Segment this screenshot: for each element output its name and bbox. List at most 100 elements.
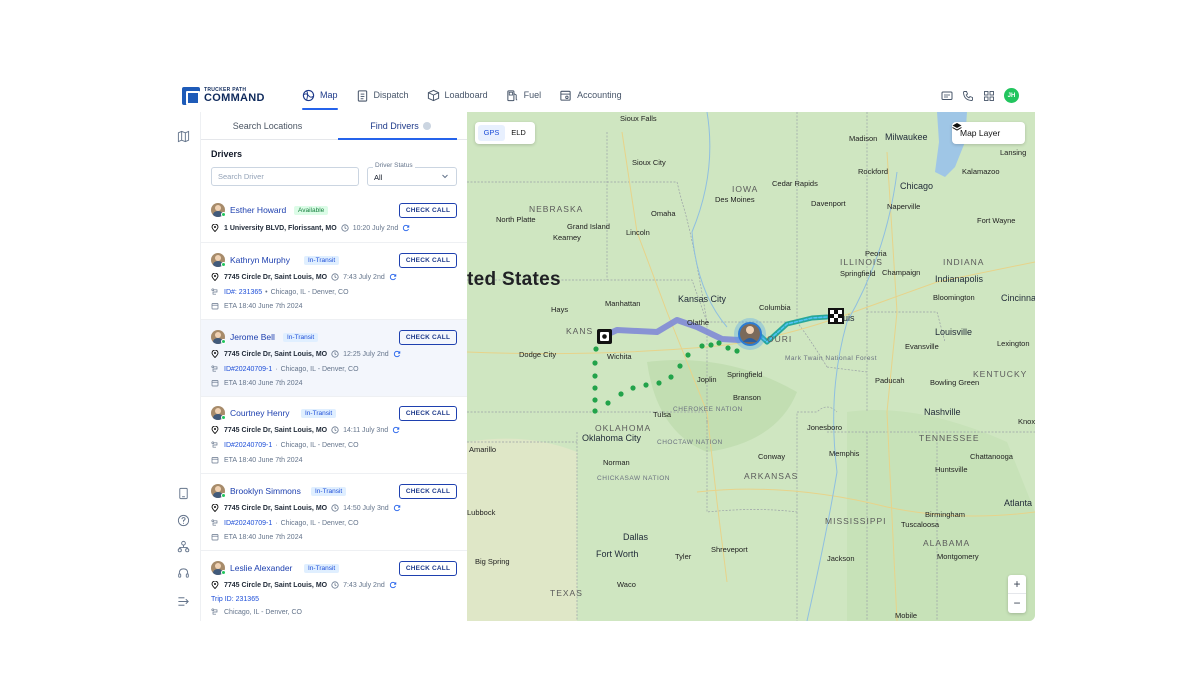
trip-id-link[interactable]: ID#20240709-1 — [224, 366, 272, 373]
calendar-icon — [211, 457, 219, 464]
map-label: Lansing — [1000, 148, 1027, 157]
check-call-button[interactable]: CHECK CALL — [399, 561, 457, 576]
trip-row: ID#20240709-1 · Chicago, IL - Denver, CO — [211, 441, 359, 449]
map-label: Madison — [849, 134, 878, 143]
check-call-button[interactable]: CHECK CALL — [399, 330, 457, 345]
refresh-icon[interactable] — [392, 426, 400, 434]
map-area-label: CHOCTAW NATION — [657, 439, 723, 446]
gps-option[interactable]: GPS — [478, 125, 505, 141]
driver-name[interactable]: Leslie Alexander — [230, 563, 292, 573]
help-icon[interactable] — [177, 514, 190, 527]
driver-name[interactable]: Courtney Henry — [230, 408, 290, 418]
trip-id-link[interactable]: ID#: 231365 — [224, 289, 262, 296]
map-label: Dallas — [623, 532, 649, 542]
check-call-button[interactable]: CHECK CALL — [399, 484, 457, 499]
driver-name[interactable]: Jerome Bell — [230, 332, 275, 342]
map-icon[interactable] — [177, 130, 190, 143]
driver-address: 7745 Circle Dr, Saint Louis, MO — [224, 273, 328, 281]
zoom-in-button[interactable]: + — [1008, 575, 1026, 594]
driver-card[interactable]: Esther Howard Available CHECK CALL 1 Uni… — [201, 195, 467, 243]
route-icon — [211, 441, 218, 448]
message-icon[interactable] — [941, 90, 953, 102]
refresh-icon[interactable] — [389, 273, 397, 281]
location-pin-icon — [211, 426, 219, 434]
app-window: TRUCKER PATH COMMAND Map Dispatch Loadbo… — [166, 78, 1035, 621]
collapse-sidebar-icon[interactable] — [177, 595, 190, 608]
map-layer-button[interactable]: Map Layer — [952, 122, 1025, 144]
location-row: 7745 Circle Dr, Saint Louis, MO 14:50 Ju… — [211, 504, 401, 512]
tab-find-drivers[interactable]: Find Drivers — [334, 112, 467, 140]
map-area-label: CHEROKEE NATION — [673, 406, 743, 413]
nav-accounting[interactable]: Accounting — [559, 78, 622, 112]
map-label: Peoria — [865, 249, 887, 258]
search-driver-input[interactable]: Search Driver — [211, 167, 359, 186]
refresh-icon[interactable] — [402, 224, 410, 232]
zoom-out-button[interactable]: − — [1008, 594, 1026, 613]
destination-flag-icon[interactable] — [828, 308, 844, 324]
driver-card[interactable]: Brooklyn Simmons In-Transit CHECK CALL 7… — [201, 474, 467, 551]
map-canvas[interactable]: Sioux Falls Madison Milwaukee Lansing Si… — [467, 112, 1035, 621]
network-icon[interactable] — [177, 540, 190, 553]
driver-location-marker[interactable] — [734, 318, 766, 350]
driver-card[interactable]: Jerome Bell In-Transit CHECK CALL 7745 C… — [201, 320, 467, 397]
map-label: uis — [843, 313, 855, 323]
headset-icon[interactable] — [177, 567, 190, 580]
driver-address: 7745 Circle Dr, Saint Louis, MO — [224, 504, 328, 512]
refresh-icon[interactable] — [389, 581, 397, 589]
gps-eld-toggle: GPS ELD — [475, 122, 535, 144]
trip-id-link[interactable]: ID#20240709-1 — [224, 520, 272, 527]
nav-dispatch[interactable]: Dispatch — [356, 78, 409, 112]
check-call-button[interactable]: CHECK CALL — [399, 406, 457, 421]
map-label: Atlanta — [1004, 498, 1033, 508]
map-label: Jackson — [827, 554, 855, 563]
trip-id-link[interactable]: Trip ID: 231365 — [211, 596, 259, 603]
phone-icon[interactable] — [962, 90, 974, 102]
nav-map[interactable]: Map — [302, 78, 338, 112]
map-state-label: IOWA — [732, 184, 759, 194]
map-label: Nashville — [924, 407, 961, 417]
origin-marker-icon[interactable] — [597, 329, 612, 344]
map-label: Lubbock — [467, 508, 496, 517]
map-label: Springfield — [727, 370, 763, 379]
nav-fuel[interactable]: Fuel — [506, 78, 541, 112]
location-pin-icon — [211, 350, 219, 358]
map-label: Oklahoma City — [582, 433, 642, 443]
status-badge: In-Transit — [311, 487, 347, 496]
map-label: Rockford — [858, 167, 889, 176]
trip-id-link[interactable]: ID#20240709-1 — [224, 442, 272, 449]
map-label: Tyler — [675, 552, 692, 561]
map-state-label: NEBRASKA — [529, 204, 584, 214]
map-label: Indianapolis — [935, 274, 984, 284]
brand-logo[interactable]: TRUCKER PATH COMMAND — [182, 87, 265, 105]
trip-row: ID#: 231365 • Chicago, IL - Denver, CO — [211, 288, 349, 296]
driver-card[interactable]: Leslie Alexander In-Transit CHECK CALL 7… — [201, 551, 467, 621]
map-label: Kalamazoo — [962, 167, 1000, 176]
driver-card[interactable]: Courtney Henry In-Transit CHECK CALL 774… — [201, 397, 467, 474]
eta-row: ETA 18:40 June 7th 2024 — [211, 379, 303, 387]
check-call-button[interactable]: CHECK CALL — [399, 203, 457, 218]
user-avatar[interactable]: JH — [1004, 88, 1019, 103]
check-call-button[interactable]: CHECK CALL — [399, 253, 457, 268]
info-icon[interactable] — [422, 122, 431, 130]
tab-search-locations[interactable]: Search Locations — [201, 112, 334, 139]
driver-status-select[interactable]: Driver Status All — [367, 162, 457, 186]
map-label: Jonesboro — [807, 423, 843, 432]
eld-option[interactable]: ELD — [505, 125, 532, 141]
driver-name[interactable]: Kathryn Murphy — [230, 255, 290, 265]
refresh-icon[interactable] — [393, 504, 401, 512]
map-label: Milwaukee — [885, 132, 928, 142]
driver-name[interactable]: Esther Howard — [230, 205, 286, 215]
country-label: ted States — [467, 269, 561, 290]
apps-grid-icon[interactable] — [983, 90, 995, 102]
map-label: Bloomington — [933, 293, 975, 302]
driver-status-label: Driver Status — [373, 162, 415, 169]
map-label: Columbia — [759, 303, 791, 312]
tablet-icon[interactable] — [177, 487, 190, 500]
eta-text: ETA 18:40 June 7th 2024 — [224, 533, 303, 541]
online-status-dot — [221, 262, 226, 267]
driver-name[interactable]: Brooklyn Simmons — [230, 486, 301, 496]
nav-loadboard[interactable]: Loadboard — [427, 78, 488, 112]
tab-search-locations-label: Search Locations — [232, 121, 303, 131]
refresh-icon[interactable] — [393, 350, 401, 358]
driver-card[interactable]: Kathryn Murphy In-Transit CHECK CALL 774… — [201, 243, 467, 320]
